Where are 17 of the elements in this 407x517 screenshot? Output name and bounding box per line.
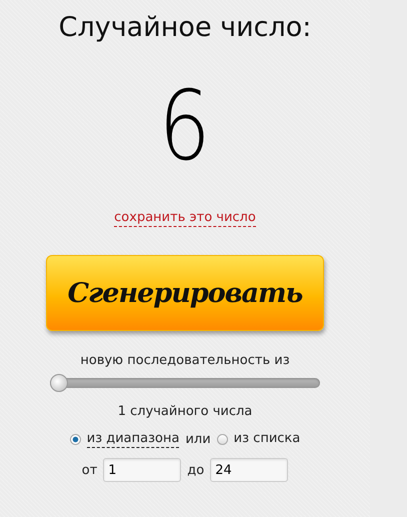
slider-thumb[interactable] xyxy=(50,374,68,392)
page-title: Случайное число: xyxy=(58,11,312,45)
random-number: 6 xyxy=(159,69,211,184)
sequence-label: новую последовательность из xyxy=(80,353,290,368)
count-slider[interactable] xyxy=(50,374,320,392)
option-label[interactable]: из диапазона xyxy=(86,431,180,448)
save-number-link[interactable]: сохранить это число xyxy=(114,210,256,227)
generate-button[interactable]: Сгенерировать xyxy=(46,255,324,331)
separator-text: или xyxy=(185,432,211,447)
count-label: 1 случайного числа xyxy=(118,404,252,419)
to-field[interactable]: 24 xyxy=(210,458,288,482)
to-label: до xyxy=(187,462,204,478)
from-label: от xyxy=(82,462,98,478)
from-field[interactable]: 1 xyxy=(103,458,182,482)
radio-button[interactable] xyxy=(70,434,81,445)
option-label[interactable]: из списка xyxy=(234,431,300,448)
radio-button[interactable] xyxy=(216,434,228,445)
